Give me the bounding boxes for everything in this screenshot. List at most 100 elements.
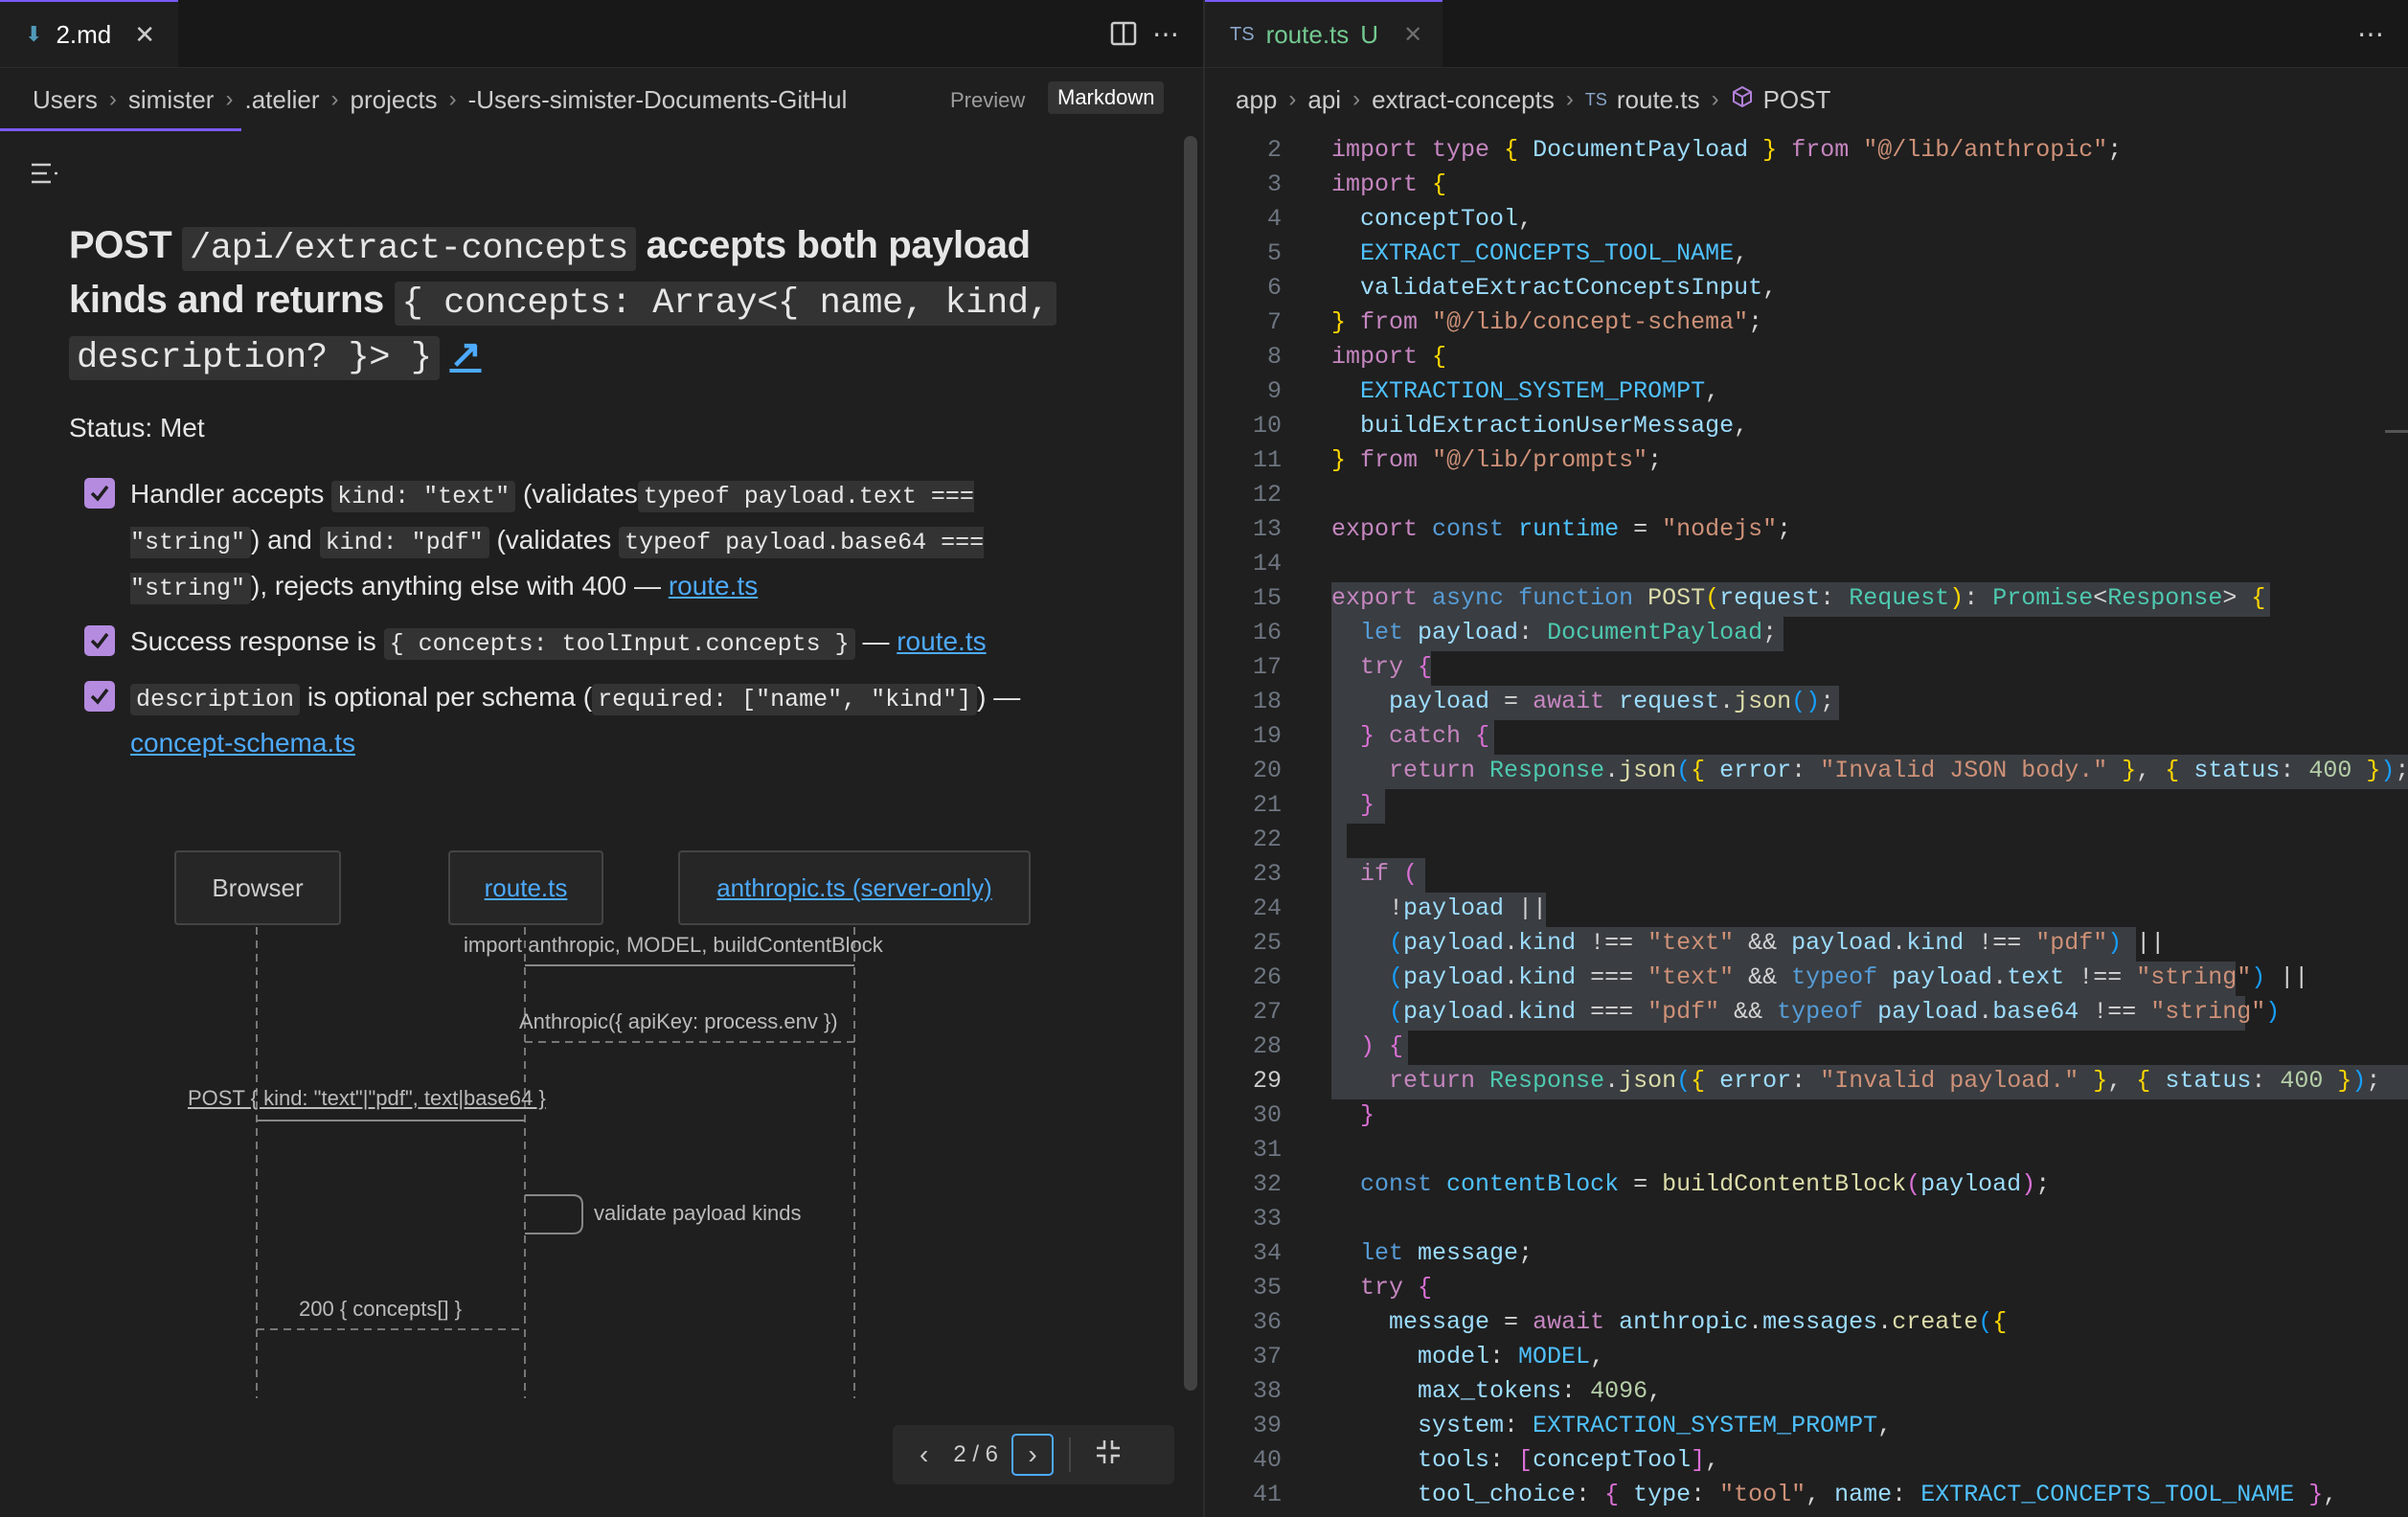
code-line[interactable]: const contentBlock = buildContentBlock(p… xyxy=(1331,1170,2050,1198)
line-number: 4 xyxy=(1266,205,1282,233)
line-number: 29 xyxy=(1252,1067,1282,1095)
code-line[interactable]: !payload || xyxy=(1331,894,1547,922)
checkbox[interactable] xyxy=(84,681,115,712)
split-editor-icon[interactable] xyxy=(1107,17,1140,50)
breadcrumb-item[interactable]: app xyxy=(1236,85,1277,115)
outline-icon[interactable] xyxy=(27,159,61,188)
line-number: 35 xyxy=(1252,1274,1282,1302)
line-number: 31 xyxy=(1252,1136,1282,1164)
breadcrumb-item[interactable]: -Users-simister-Documents-GitHul xyxy=(468,85,878,115)
breadcrumb-item[interactable]: api xyxy=(1307,85,1341,115)
line-number: 25 xyxy=(1252,929,1282,957)
breadcrumb-item[interactable]: projects xyxy=(351,85,438,115)
code-line[interactable]: EXTRACTION_SYSTEM_PROMPT, xyxy=(1331,377,1719,405)
code-line[interactable]: export const runtime = "nodejs"; xyxy=(1331,515,1791,543)
code-line[interactable]: tool_choice: { type: "tool", name: EXTRA… xyxy=(1331,1481,2337,1508)
code-line[interactable]: return Response.json({ error: "Invalid J… xyxy=(1331,757,2408,784)
line-number: 41 xyxy=(1252,1481,1282,1508)
line-number: 37 xyxy=(1252,1343,1282,1370)
tab-label: 2.md xyxy=(56,19,112,49)
chevron-left-icon[interactable]: ‹ xyxy=(920,1439,928,1470)
progress-underline xyxy=(0,128,241,131)
concept-schema-link[interactable]: concept-schema.ts xyxy=(130,728,355,758)
code-line[interactable]: tools: [conceptTool], xyxy=(1331,1446,1719,1474)
markdown-preview-pane: ⬇ 2.md ✕ ⋯ Users › simister › .atelier › pr… xyxy=(0,0,1205,1517)
code-line[interactable]: } from "@/lib/prompts"; xyxy=(1331,446,1662,474)
code-line[interactable]: EXTRACT_CONCEPTS_TOOL_NAME, xyxy=(1331,239,1748,267)
preview-toggle[interactable]: Preview xyxy=(950,88,1025,113)
actor-anthropic-ts[interactable]: anthropic.ts (server-only) xyxy=(678,850,1031,925)
line-number: 34 xyxy=(1252,1239,1282,1267)
code-line[interactable]: try { xyxy=(1331,653,1432,681)
tab-route-ts[interactable]: TS route.ts U ✕ xyxy=(1205,0,1443,67)
route-ts-link[interactable]: route.ts xyxy=(897,626,986,656)
actor-route-ts[interactable]: route.ts xyxy=(448,850,603,925)
code-line[interactable]: (payload.kind !== "text" && payload.kind… xyxy=(1331,929,2165,957)
breadcrumb: app › api › extract-concepts › TS route.ts ›… xyxy=(1205,69,2408,130)
code-line[interactable]: } catch { xyxy=(1331,722,1489,750)
tab-label: route.ts xyxy=(1265,19,1350,49)
selection-highlight xyxy=(1331,824,1347,858)
breadcrumb-item[interactable]: extract-concepts xyxy=(1372,85,1555,115)
list-item: Success response is { concepts: toolInpu… xyxy=(69,620,1103,666)
route-ts-link[interactable]: route.ts xyxy=(669,571,758,600)
code-line[interactable]: } xyxy=(1331,791,1374,819)
external-link-icon[interactable]: ↗ xyxy=(449,333,482,375)
code-area[interactable]: 2 import type { DocumentPayload } from "@… xyxy=(1205,130,2408,1517)
code-line[interactable]: let message; xyxy=(1331,1239,1533,1267)
code-line[interactable]: conceptTool, xyxy=(1331,205,1533,233)
breadcrumb-item[interactable]: simister xyxy=(128,85,215,115)
code-line[interactable]: payload = await request.json(); xyxy=(1331,688,1834,715)
chevron-right-icon: › xyxy=(108,86,117,112)
chevron-right-icon[interactable]: › xyxy=(1011,1434,1055,1476)
code-line[interactable]: ) { xyxy=(1331,1032,1403,1060)
code-line[interactable]: } from "@/lib/concept-schema"; xyxy=(1331,308,1762,336)
code-line[interactable]: export async function POST(request: Requ… xyxy=(1331,584,2265,612)
code-editor-pane: TS route.ts U ✕ ⋯ app › api › extract-conc… xyxy=(1205,0,2408,1517)
code-line[interactable]: let payload: DocumentPayload; xyxy=(1331,619,1777,646)
checkbox[interactable] xyxy=(84,625,115,656)
tab-2-md[interactable]: ⬇ 2.md ✕ xyxy=(0,0,178,67)
code-line[interactable]: import { xyxy=(1331,343,1446,371)
code-line[interactable]: import type { DocumentPayload } from "@/… xyxy=(1331,136,2122,164)
code-line[interactable]: buildExtractionUserMessage, xyxy=(1331,412,1748,440)
more-actions-icon[interactable]: ⋯ xyxy=(1149,17,1182,50)
line-number: 32 xyxy=(1252,1170,1282,1198)
breadcrumb-item[interactable]: Users xyxy=(33,85,98,115)
breadcrumb-item[interactable]: .atelier xyxy=(244,85,319,115)
code-line[interactable]: return Response.json({ error: "Invalid p… xyxy=(1331,1067,2380,1095)
message-link[interactable]: POST { kind: "text"|"pdf", text|base64 } xyxy=(188,1086,546,1111)
markdown-toggle[interactable]: Markdown xyxy=(1048,81,1165,114)
line-number: 19 xyxy=(1252,722,1282,750)
diagram-pager: ‹ 2 / 6 › xyxy=(893,1425,1174,1484)
code-line[interactable]: (payload.kind === "pdf" && typeof payloa… xyxy=(1331,998,2280,1026)
chevron-right-icon: › xyxy=(1288,86,1297,112)
code-line[interactable]: (payload.kind === "text" && typeof paylo… xyxy=(1331,963,2308,991)
minimap-marker xyxy=(2385,430,2408,433)
line-number: 11 xyxy=(1252,446,1282,474)
breadcrumb-item[interactable]: route.ts xyxy=(1617,85,1700,115)
code-line[interactable]: validateExtractConceptsInput, xyxy=(1331,274,1777,302)
line-number: 36 xyxy=(1252,1308,1282,1336)
line-number: 33 xyxy=(1252,1205,1282,1233)
line-number: 20 xyxy=(1252,757,1282,784)
chevron-right-icon: › xyxy=(1711,86,1719,112)
code-line[interactable]: message = await anthropic.messages.creat… xyxy=(1331,1308,2007,1336)
collapse-icon[interactable] xyxy=(1094,1438,1123,1473)
checkbox[interactable] xyxy=(84,478,115,509)
close-icon[interactable]: ✕ xyxy=(1403,21,1422,49)
code-line[interactable]: model: MODEL, xyxy=(1331,1343,1604,1370)
more-actions-icon[interactable]: ⋯ xyxy=(2354,17,2387,50)
breadcrumb-item[interactable]: POST xyxy=(1763,85,1831,115)
line-number: 24 xyxy=(1252,894,1282,922)
right-tab-bar: TS route.ts U ✕ ⋯ xyxy=(1205,0,2408,68)
message-label: import anthropic, MODEL, buildContentBlo… xyxy=(464,933,883,957)
code-line[interactable]: try { xyxy=(1331,1274,1432,1302)
code-line[interactable]: if ( xyxy=(1331,860,1418,888)
code-line[interactable]: import { xyxy=(1331,170,1446,198)
close-icon[interactable]: ✕ xyxy=(134,20,155,50)
code-line[interactable]: } xyxy=(1331,1101,1374,1129)
code-line[interactable]: system: EXTRACTION_SYSTEM_PROMPT, xyxy=(1331,1412,1892,1439)
sequence-diagram: Browser route.ts anthropic.ts (server-on… xyxy=(0,824,1203,1417)
code-line[interactable]: max_tokens: 4096, xyxy=(1331,1377,1662,1405)
